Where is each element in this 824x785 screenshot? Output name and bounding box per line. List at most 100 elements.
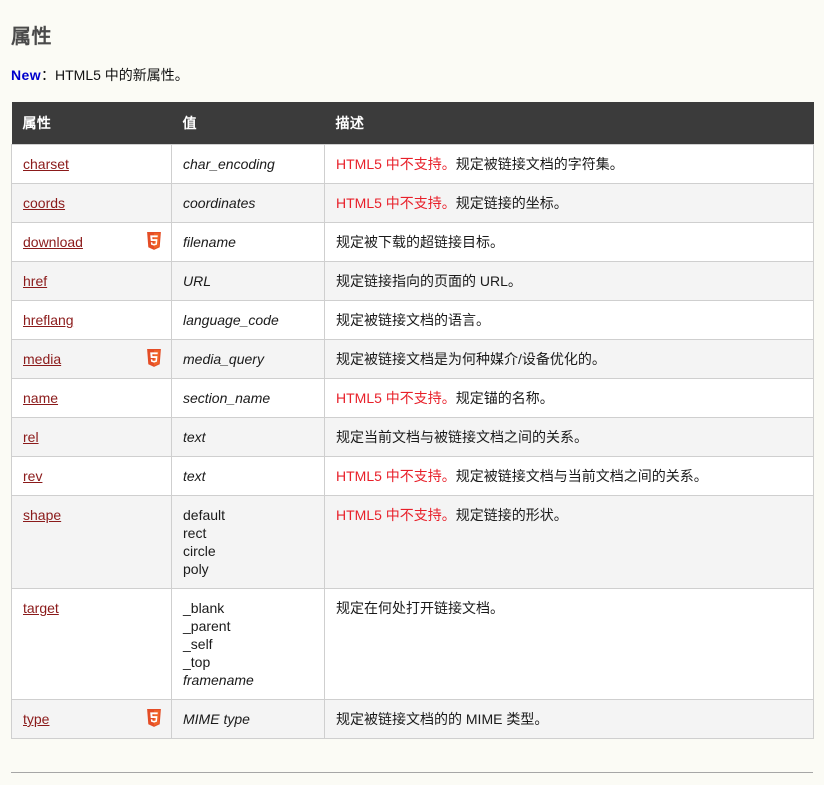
attribute-value: URL <box>183 273 212 289</box>
html5-unsupported-warning: HTML5 中不支持。 <box>336 507 456 523</box>
table-header: 属性 值 描述 <box>11 102 814 145</box>
bottom-divider <box>11 772 813 773</box>
attributes-table: 属性 值 描述 charset char_encoding HTML5 中不支持。规… <box>11 102 814 739</box>
table-row: name section_name HTML5 中不支持。规定锚的名称。 <box>11 378 814 418</box>
attribute-value-cell: _blank _parent _self _top framename <box>171 588 325 700</box>
html5-unsupported-warning: HTML5 中不支持。 <box>336 468 456 484</box>
attribute-name-cell: href <box>11 261 172 301</box>
html5-badge-icon <box>146 349 162 368</box>
table-header-row: 属性 值 描述 <box>11 102 814 145</box>
column-header-value: 值 <box>171 102 325 145</box>
attribute-name-cell: target <box>11 588 172 700</box>
attribute-value: text <box>183 468 206 484</box>
attribute-description-cell: HTML5 中不支持。规定锚的名称。 <box>324 378 814 418</box>
attribute-description-text: 规定锚的名称。 <box>455 390 554 406</box>
attribute-value: coordinates <box>183 195 256 211</box>
new-attribute-note: New：HTML5 中的新属性。 <box>11 65 813 85</box>
attribute-description-cell: 规定在何处打开链接文档。 <box>324 588 814 700</box>
page-title: 属性 <box>11 26 52 48</box>
table-row: target _blank _parent _self _top framename 规定在… <box>11 588 814 700</box>
attribute-name-cell: hreflang <box>11 300 172 340</box>
attribute-description-text: 规定在何处打开链接文档。 <box>336 600 504 616</box>
attribute-description-text: 规定链接的坐标。 <box>455 195 568 211</box>
attribute-value-cell: language_code <box>171 300 325 340</box>
attribute-name-cell: media <box>11 339 172 379</box>
attribute-name-cell: shape <box>11 495 172 589</box>
attribute-name-cell: type <box>11 699 172 739</box>
attribute-link-rel[interactable]: rel <box>23 429 39 445</box>
attribute-value-cell: text <box>171 456 325 496</box>
attribute-link-download[interactable]: download <box>23 234 83 250</box>
table-row: type MIME type 规定被链接文档的的 MIME 类型。 <box>11 699 814 739</box>
attribute-link-type[interactable]: type <box>23 711 49 727</box>
attribute-link-hreflang[interactable]: hreflang <box>23 312 74 328</box>
attribute-description-text: 规定当前文档与被链接文档之间的关系。 <box>336 429 588 445</box>
attribute-name-cell: charset <box>11 144 172 184</box>
table-row: rel text 规定当前文档与被链接文档之间的关系。 <box>11 417 814 457</box>
attribute-description-cell: HTML5 中不支持。规定链接的形状。 <box>324 495 814 589</box>
attribute-link-shape[interactable]: shape <box>23 507 61 523</box>
table-row: rev text HTML5 中不支持。规定被链接文档与当前文档之间的关系。 <box>11 456 814 496</box>
attribute-description-cell: HTML5 中不支持。规定链接的坐标。 <box>324 183 814 223</box>
attribute-value: text <box>183 429 206 445</box>
column-header-description: 描述 <box>324 102 814 145</box>
attribute-name-cell: rel <box>11 417 172 457</box>
table-row: shape default rect circle poly HTML5 中不支持。规定链… <box>11 495 814 589</box>
attribute-description-cell: 规定当前文档与被链接文档之间的关系。 <box>324 417 814 457</box>
attribute-value: _top <box>183 654 211 670</box>
html5-badge-icon <box>146 232 162 251</box>
html5-badge-icon <box>146 709 162 728</box>
table-row: hreflang language_code 规定被链接文档的语言。 <box>11 300 814 340</box>
new-note-text: ：HTML5 中的新属性。 <box>41 67 189 83</box>
new-badge-label: New <box>11 67 41 83</box>
attribute-name-cell: coords <box>11 183 172 223</box>
attribute-value-cell: text <box>171 417 325 457</box>
attribute-value: language_code <box>183 312 279 328</box>
attribute-value-cell: default rect circle poly <box>171 495 325 589</box>
attribute-link-coords[interactable]: coords <box>23 195 65 211</box>
html5-unsupported-warning: HTML5 中不支持。 <box>336 156 456 172</box>
table-row: href URL 规定链接指向的页面的 URL。 <box>11 261 814 301</box>
attribute-link-media[interactable]: media <box>23 351 61 367</box>
attribute-value: section_name <box>183 390 271 406</box>
attribute-value: circle <box>183 543 216 559</box>
attribute-link-rev[interactable]: rev <box>23 468 42 484</box>
attribute-name-cell: rev <box>11 456 172 496</box>
attribute-link-target[interactable]: target <box>23 600 59 616</box>
html5-unsupported-warning: HTML5 中不支持。 <box>336 195 456 211</box>
attribute-description-text: 规定被链接文档的的 MIME 类型。 <box>336 711 549 727</box>
attribute-description-text: 规定链接指向的页面的 URL。 <box>336 273 522 289</box>
attribute-link-charset[interactable]: charset <box>23 156 69 172</box>
attribute-value: default <box>183 507 226 523</box>
attribute-description-cell: 规定被链接文档的的 MIME 类型。 <box>324 699 814 739</box>
html5-unsupported-warning: HTML5 中不支持。 <box>336 390 456 406</box>
attribute-link-href[interactable]: href <box>23 273 47 289</box>
attribute-name-cell: name <box>11 378 172 418</box>
table-row: charset char_encoding HTML5 中不支持。规定被链接文档的字… <box>11 144 814 184</box>
attribute-description-text: 规定被链接文档的字符集。 <box>455 156 624 172</box>
attribute-value-cell: char_encoding <box>171 144 325 184</box>
column-header-attribute: 属性 <box>11 102 172 145</box>
attribute-value-cell: filename <box>171 222 325 262</box>
attribute-description-cell: 规定被链接文档的语言。 <box>324 300 814 340</box>
attribute-name-cell: download <box>11 222 172 262</box>
attribute-value: _blank <box>183 600 225 616</box>
attribute-value-cell: section_name <box>171 378 325 418</box>
attribute-description-cell: HTML5 中不支持。规定被链接文档与当前文档之间的关系。 <box>324 456 814 496</box>
attribute-value: _parent <box>183 618 231 634</box>
attribute-value: rect <box>183 525 207 541</box>
attribute-value: MIME type <box>183 711 250 727</box>
attribute-value-cell: URL <box>171 261 325 301</box>
table-row: download filename 规定被下载的超链接目标。 <box>11 222 814 262</box>
attribute-description-text: 规定被链接文档是为何种媒介/设备优化的。 <box>336 351 606 367</box>
attribute-value: framename <box>183 672 254 688</box>
attribute-value: poly <box>183 561 209 577</box>
attribute-link-name[interactable]: name <box>23 390 58 406</box>
attribute-description-cell: 规定被链接文档是为何种媒介/设备优化的。 <box>324 339 814 379</box>
attribute-description-text: 规定链接的形状。 <box>455 507 568 523</box>
table-body: charset char_encoding HTML5 中不支持。规定被链接文档的字… <box>11 144 814 739</box>
attribute-value: media_query <box>183 351 264 367</box>
attribute-description-text: 规定被链接文档的语言。 <box>336 312 490 328</box>
table-row: media media_query 规定被链接文档是为何种媒介/设备优化的。 <box>11 339 814 379</box>
table-row: coords coordinates HTML5 中不支持。规定链接的坐标。 <box>11 183 814 223</box>
